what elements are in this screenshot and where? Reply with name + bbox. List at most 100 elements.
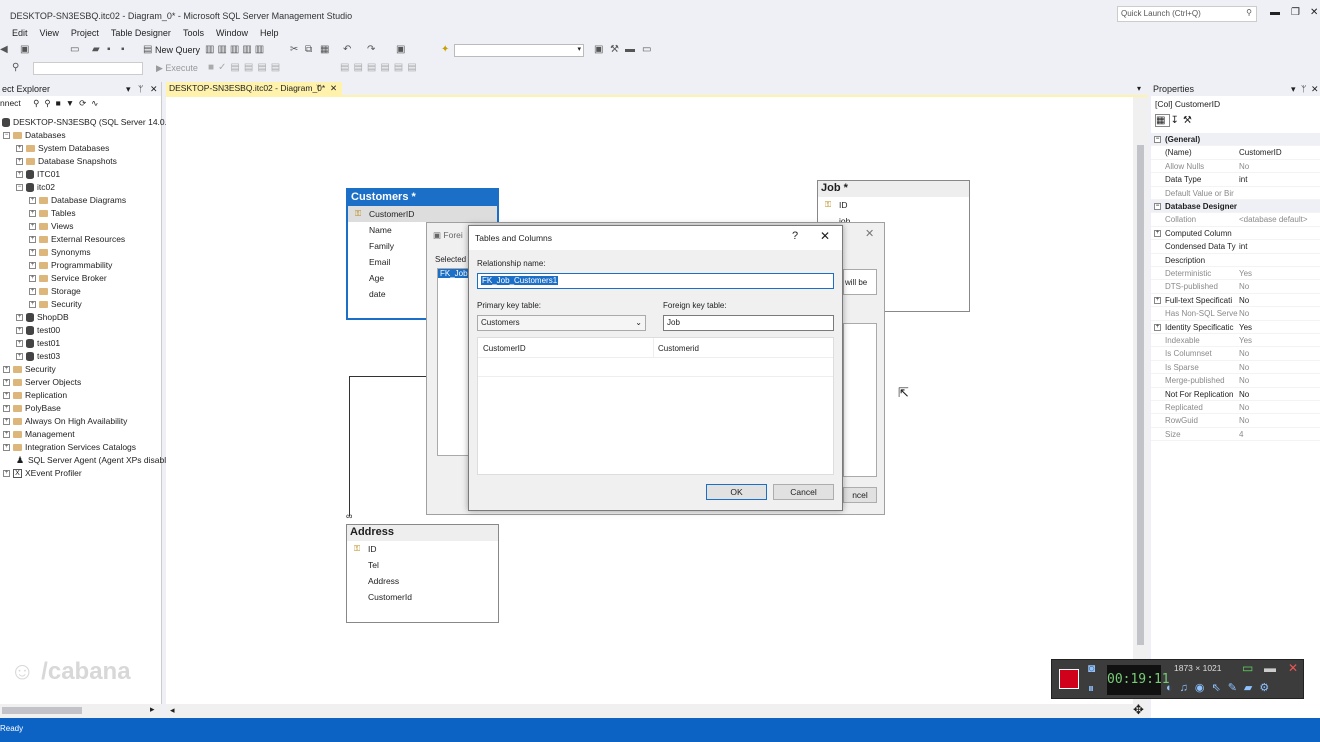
table-row[interactable]: CustomerID Customerid [478, 338, 833, 358]
undo-icon[interactable]: ↶ [343, 44, 351, 55]
save-all-icon[interactable]: ▪ [121, 44, 125, 55]
property-row[interactable]: Deterministic Yes [1151, 267, 1320, 281]
property-category-general[interactable]: − (General) [1151, 133, 1320, 147]
database-combo[interactable] [33, 62, 143, 75]
tree-node-database-diagrams[interactable]: + Database Diagrams [29, 194, 126, 207]
menu-item-project[interactable]: Project [71, 26, 99, 40]
property-row[interactable]: Condensed Data Ty int [1151, 240, 1320, 254]
property-row[interactable]: Is Sparse No [1151, 361, 1320, 375]
property-value[interactable]: 4 [1239, 428, 1317, 441]
cut-icon[interactable]: ✂ [290, 44, 298, 55]
table-row[interactable]: CustomerId [347, 589, 498, 605]
tree-node-programmability[interactable]: + Programmability [29, 259, 112, 272]
property-row[interactable]: (Name) CustomerID [1151, 146, 1320, 160]
fk-list-item[interactable]: FK_Job [438, 269, 470, 278]
expand-icon[interactable]: + [29, 197, 36, 205]
format-icons[interactable]: ▤▤▤▤▤▤ [340, 62, 421, 73]
tree-node-server[interactable]: DESKTOP-SN3ESBQ (SQL Server 14.0.10 [2, 116, 176, 129]
menu-item-tools[interactable]: Tools [183, 26, 204, 40]
tab-diagram[interactable]: DESKTOP-SN3ESBQ.itc02 - Diagram_0* ᛘ ✕ [166, 82, 342, 95]
tree-node-integration-services[interactable]: + Integration Services Catalogs [3, 441, 136, 454]
expand-icon[interactable]: + [16, 171, 23, 179]
scroll-right-icon[interactable]: ▸ [150, 704, 155, 715]
collapse-icon[interactable]: − [1154, 203, 1161, 210]
expand-icon[interactable]: + [16, 145, 23, 153]
camera-icon[interactable]: ◙ [1088, 661, 1095, 675]
tree-node-server-objects[interactable]: + Server Objects [3, 376, 81, 389]
redo-icon[interactable]: ↷ [367, 44, 375, 55]
table-row[interactable] [478, 358, 833, 377]
activity-monitor-icon[interactable]: ▣ [396, 44, 405, 55]
ok-button[interactable]: OK [706, 484, 767, 500]
column-mapping-grid[interactable]: CustomerID Customerid [477, 337, 834, 475]
fk-list[interactable]: FK_Job [437, 268, 471, 456]
property-value[interactable]: No [1239, 414, 1317, 427]
tree-node-itc01[interactable]: + ITC01 [16, 168, 60, 181]
query-type-icons[interactable]: ▥▥▥▥▥ [205, 44, 267, 55]
tree-node-database-snapshots[interactable]: + Database Snapshots [16, 155, 117, 168]
tree-node-always-on[interactable]: + Always On High Availability [3, 415, 127, 428]
tree-node-itc02[interactable]: − itc02 [16, 181, 55, 194]
property-pages-icon[interactable]: ⚒ [1183, 115, 1196, 126]
recorder-tool-icons[interactable]: ◐♫◉⇖✎▰⚙ [1166, 681, 1276, 694]
save-icon[interactable]: ▪ [107, 44, 111, 55]
property-row[interactable]: Not For Replication No [1151, 388, 1320, 401]
tree-node-shopdb[interactable]: + ShopDB [16, 311, 69, 324]
connect-button[interactable]: nnect [0, 98, 21, 108]
expand-icon[interactable]: + [16, 314, 23, 322]
property-row[interactable]: Description [1151, 254, 1320, 267]
solution-config-combo[interactable]: ▾ [454, 44, 584, 57]
new-query-button[interactable]: New Query [155, 45, 200, 55]
close-icon[interactable]: ✕ [1311, 84, 1319, 95]
property-row[interactable]: + Computed Column [1151, 227, 1320, 241]
property-value[interactable]: No [1239, 361, 1317, 374]
property-value[interactable]: Yes [1239, 321, 1317, 334]
quick-launch-input[interactable]: Quick Launch (Ctrl+Q) ⚲ [1117, 6, 1257, 22]
close-icon[interactable]: ✕ [1310, 7, 1318, 18]
property-value[interactable]: No [1239, 347, 1317, 360]
tree-node-databases[interactable]: − Databases [3, 129, 66, 142]
address-table-title[interactable]: Address [347, 525, 498, 541]
pin-icon[interactable]: ᛘ [316, 83, 321, 93]
property-row[interactable]: Has Non-SQL Serve No [1151, 307, 1320, 321]
tree-node-external-resources[interactable]: + External Resources [29, 233, 125, 246]
tree-node-polybase[interactable]: + PolyBase [3, 402, 61, 415]
expand-icon[interactable]: + [1154, 229, 1161, 237]
expand-icon[interactable]: + [3, 405, 10, 413]
collapse-icon[interactable]: − [16, 184, 23, 192]
close-icon[interactable]: ✕ [820, 229, 830, 243]
explorer-tool-icons[interactable]: ⚲⚲■▼⟳∿ [33, 98, 103, 108]
pause-icon[interactable]: ⏸ [1088, 681, 1094, 696]
categorized-icon[interactable]: ▦ [1155, 114, 1171, 127]
property-value[interactable]: No [1239, 374, 1317, 387]
new-project-icon[interactable]: ▣ [20, 44, 29, 55]
property-row[interactable]: Default Value or Bir [1151, 187, 1320, 200]
property-row[interactable]: Collation <database default> [1151, 213, 1320, 227]
fk-close-button[interactable]: ncel [843, 487, 877, 503]
property-value[interactable]: int [1239, 173, 1317, 186]
tree-node-xevent-profiler[interactable]: + X XEvent Profiler [3, 467, 82, 480]
object-explorer-hscroll-thumb[interactable] [2, 707, 82, 714]
connect-icon[interactable]: ⚲ [12, 62, 19, 73]
dropdown-icon[interactable]: ▾ [126, 84, 131, 95]
close-icon[interactable]: ✕ [1288, 661, 1298, 675]
customers-table-title[interactable]: Customers * [348, 190, 497, 206]
properties-icon[interactable]: ▣ [594, 44, 603, 55]
cancel-button[interactable]: Cancel [773, 484, 834, 500]
canvas-vscroll-thumb[interactable] [1137, 145, 1144, 645]
property-category-database-designer[interactable]: − Database Designer [1151, 200, 1320, 214]
expand-icon[interactable]: + [16, 158, 23, 166]
restore-icon[interactable]: ❐ [1291, 7, 1300, 18]
folder-icon[interactable]: ▰ [92, 44, 100, 55]
table-row[interactable]: ⚿ ID [818, 197, 969, 213]
expand-icon[interactable]: + [3, 431, 10, 439]
copy-icon[interactable]: ⧉ [305, 44, 312, 55]
tree-node-test03[interactable]: + test03 [16, 350, 60, 363]
tree-node-test00[interactable]: + test00 [16, 324, 60, 337]
expand-icon[interactable]: + [29, 249, 36, 257]
pin-icon[interactable]: ᛘ [138, 84, 143, 94]
tree-node-storage[interactable]: + Storage [29, 285, 81, 298]
close-icon[interactable]: ✕ [150, 84, 158, 95]
tree-node-service-broker[interactable]: + Service Broker [29, 272, 107, 285]
expand-icon[interactable]: + [29, 301, 36, 309]
